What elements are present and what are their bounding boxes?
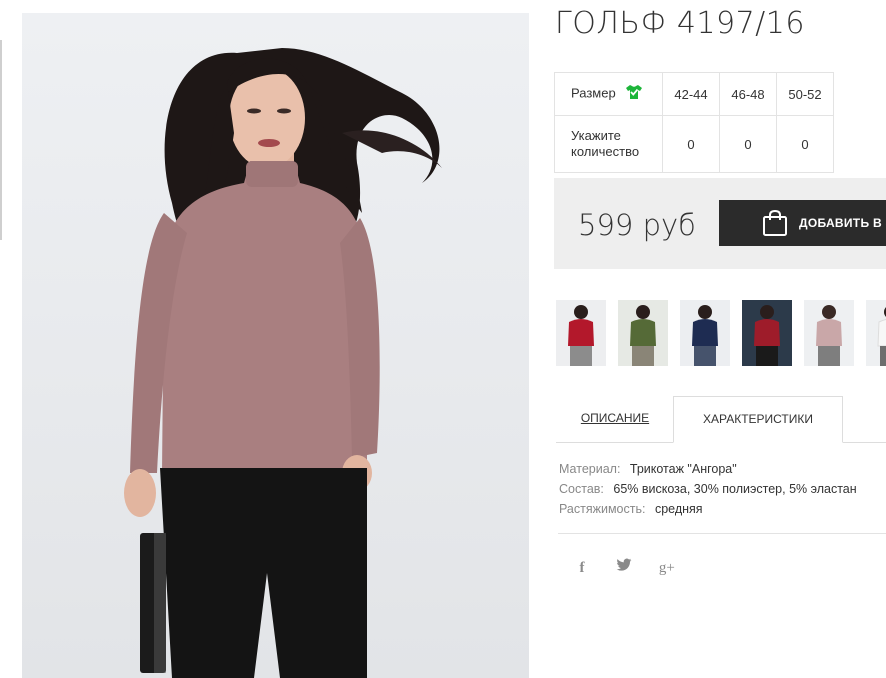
quantity-input-50-52[interactable]: 0 — [776, 115, 834, 173]
spec-row-composition: Состав: 65% вискоза, 30% полиэстер, 5% э… — [559, 479, 857, 499]
quantity-input-46-48[interactable]: 0 — [719, 115, 777, 173]
size-label: Размер — [571, 85, 616, 101]
spec-label: Растяжимость: — [559, 502, 646, 516]
thumbnail-navy[interactable] — [680, 300, 730, 366]
tab-characteristics[interactable]: ХАРАКТЕРИСТИКИ — [673, 396, 843, 443]
google-plus-icon[interactable]: g+ — [655, 560, 679, 577]
size-option-42-44[interactable]: 42-44 — [662, 72, 720, 116]
facebook-icon[interactable]: f — [570, 560, 594, 577]
tab-description[interactable]: ОПИСАНИЕ — [556, 396, 674, 441]
spec-value: 65% вискоза, 30% полиэстер, 5% эластан — [613, 482, 857, 496]
size-chart-icon[interactable] — [625, 84, 643, 104]
thumbnail-pink[interactable] — [804, 300, 854, 366]
thumbnail-white[interactable] — [866, 300, 886, 366]
product-main-photo[interactable] — [22, 13, 529, 678]
characteristics-list: Материал: Трикотаж "Ангора" Состав: 65% … — [559, 459, 857, 519]
spec-value: Трикотаж "Ангора" — [629, 462, 737, 476]
spec-label: Материал: — [559, 462, 621, 476]
product-price: 599 руб — [578, 208, 696, 242]
product-tabs: ОПИСАНИЕ ХАРАКТЕРИСТИКИ — [556, 396, 886, 443]
size-option-50-52[interactable]: 50-52 — [776, 72, 834, 116]
size-label-cell: Размер — [554, 72, 663, 116]
twitter-icon[interactable] — [612, 558, 636, 576]
left-edge-bar — [0, 40, 2, 240]
add-to-cart-button[interactable]: ДОБАВИТЬ В З — [719, 200, 886, 246]
spec-value: средняя — [654, 502, 703, 516]
model-illustration — [124, 48, 442, 678]
spec-row-material: Материал: Трикотаж "Ангора" — [559, 459, 857, 479]
thumbnail-red[interactable] — [556, 300, 606, 366]
product-title: ГОЛЬФ 4197/16 — [555, 6, 805, 41]
divider — [558, 533, 886, 534]
thumbnail-burgundy[interactable] — [742, 300, 792, 366]
add-to-cart-label: ДОБАВИТЬ В З — [799, 216, 886, 230]
size-quantity-table: Размер 42-44 46-48 50-52 Укажите количес… — [554, 72, 834, 173]
social-share: f g+ — [570, 558, 693, 577]
size-option-46-48[interactable]: 46-48 — [719, 72, 777, 116]
spec-row-stretch: Растяжимость: средняя — [559, 499, 857, 519]
shopping-bag-icon — [762, 209, 788, 240]
quantity-label: Укажите количество — [554, 115, 663, 173]
spec-label: Состав: — [559, 482, 604, 496]
price-box: 599 руб ДОБАВИТЬ В З — [554, 178, 886, 269]
color-thumbnails — [556, 300, 886, 366]
quantity-input-42-44[interactable]: 0 — [662, 115, 720, 173]
thumbnail-olive[interactable] — [618, 300, 668, 366]
